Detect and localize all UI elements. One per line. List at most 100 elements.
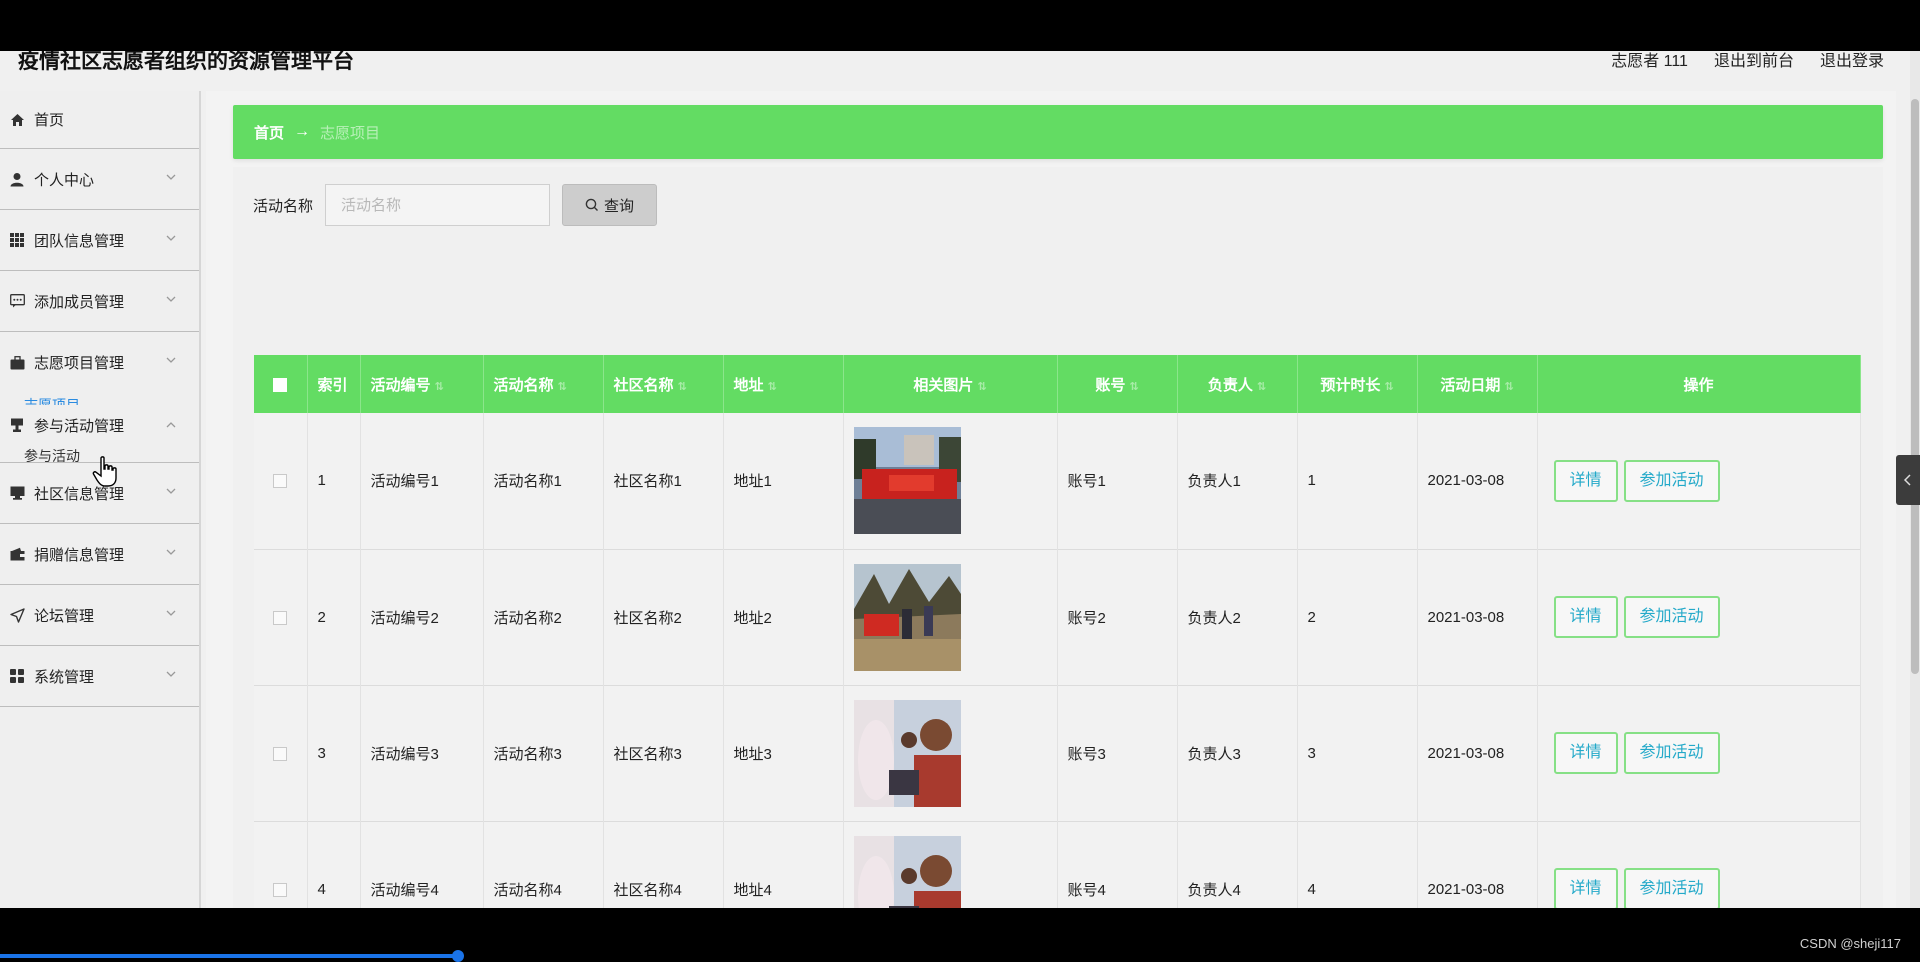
row-checkbox[interactable] xyxy=(273,474,288,489)
message-icon xyxy=(9,293,25,309)
exit-front-link[interactable]: 退出到前台 xyxy=(1714,51,1794,73)
join-activity-button[interactable]: 参加活动 xyxy=(1623,868,1720,908)
video-progress-bar[interactable] xyxy=(0,954,458,958)
search-input[interactable] xyxy=(325,184,551,226)
cell-name: 活动名称3 xyxy=(483,685,604,821)
join-activity-button[interactable]: 参加活动 xyxy=(1623,596,1720,638)
chevron-down-icon xyxy=(166,488,176,494)
col-header-duration[interactable]: 预计时长 ⇅ xyxy=(1297,355,1418,413)
cell-duration: 1 xyxy=(1297,413,1418,549)
activity-photo[interactable] xyxy=(853,835,961,909)
checkbox-cell xyxy=(254,549,308,685)
col-header-actions: 操作 xyxy=(1537,355,1861,413)
sort-icon[interactable]: ⇅ xyxy=(1504,381,1513,393)
detail-button[interactable]: 详情 xyxy=(1553,459,1618,502)
join-activity-button[interactable]: 参加活动 xyxy=(1623,459,1720,502)
sidebar-item-label: 志愿项目管理 xyxy=(34,355,125,372)
col-header-code[interactable]: 活动编号 ⇅ xyxy=(360,355,484,413)
checkbox-cell xyxy=(254,685,308,821)
collapse-panel-button[interactable] xyxy=(1896,455,1920,505)
video-progress-handle[interactable] xyxy=(452,950,464,962)
activity-table: 索引 活动编号 ⇅ 活动名称 ⇅ 社区名称 ⇅ 地址 ⇅ 相关图片 ⇅ 账号 ⇅ 负责人 ⇅ … xyxy=(254,355,1861,909)
sidebar-item-donations[interactable]: 捐赠信息管理 xyxy=(0,524,199,585)
cell-address: 地址4 xyxy=(723,821,844,908)
cell-address: 地址2 xyxy=(723,549,844,685)
join-activity-button[interactable]: 参加活动 xyxy=(1623,732,1720,774)
col-header-label: 活动编号 xyxy=(370,376,431,394)
scrollbar-thumb[interactable] xyxy=(1911,99,1919,674)
sort-icon[interactable]: ⇅ xyxy=(1257,381,1266,393)
detail-button[interactable]: 详情 xyxy=(1553,868,1618,908)
cell-community: 社区名称4 xyxy=(603,821,724,908)
sidebar-item-home[interactable]: 首页 xyxy=(0,91,199,149)
detail-button[interactable]: 详情 xyxy=(1553,732,1618,774)
col-header-image[interactable]: 相关图片 ⇅ xyxy=(843,355,1058,413)
col-header-date[interactable]: 活动日期 ⇅ xyxy=(1417,355,1538,413)
sort-icon[interactable]: ⇅ xyxy=(768,381,777,393)
cell-duration: 3 xyxy=(1297,685,1418,821)
row-checkbox[interactable] xyxy=(273,746,288,761)
chevron-down-icon xyxy=(166,357,176,363)
cell-index: 2 xyxy=(307,549,361,685)
sidebar-item-projects[interactable]: 志愿项目管理 xyxy=(0,332,199,393)
cell-community: 社区名称2 xyxy=(603,549,724,685)
cell-code: 活动编号4 xyxy=(360,821,484,908)
grid-icon xyxy=(9,232,25,248)
chevron-down-icon xyxy=(166,610,176,616)
cell-leader: 负责人3 xyxy=(1177,685,1298,821)
col-header-address[interactable]: 地址 ⇅ xyxy=(723,355,844,413)
col-header-leader[interactable]: 负责人 ⇅ xyxy=(1177,355,1298,413)
row-checkbox[interactable] xyxy=(273,610,288,625)
chevron-down-icon xyxy=(166,296,176,302)
col-header-community[interactable]: 社区名称 ⇅ xyxy=(603,355,724,413)
submenu-projects[interactable]: 志愿项目 xyxy=(0,393,199,405)
chevron-down-icon xyxy=(166,549,176,555)
col-header-label: 预计时长 xyxy=(1320,376,1381,394)
sidebar-item-team[interactable]: 团队信息管理 xyxy=(0,210,199,271)
col-header-name[interactable]: 活动名称 ⇅ xyxy=(483,355,604,413)
col-header-label: 索引 xyxy=(317,376,348,394)
chevron-left-icon xyxy=(1903,474,1911,486)
sidebar-item-label: 个人中心 xyxy=(34,171,95,189)
col-header-label: 负责人 xyxy=(1207,376,1253,394)
logout-link[interactable]: 退出登录 xyxy=(1820,51,1884,73)
table-header-row: 索引 活动编号 ⇅ 活动名称 ⇅ 社区名称 ⇅ 地址 ⇅ 相关图片 ⇅ 账号 ⇅ 负责人 ⇅ … xyxy=(254,355,1861,413)
chevron-up-icon xyxy=(166,422,176,428)
breadcrumb-home[interactable]: 首页 xyxy=(254,122,284,143)
sort-icon[interactable]: ⇅ xyxy=(678,381,687,393)
checkbox-cell xyxy=(254,413,308,549)
sidebar: 首页 个人中心 团队信息管理 添加成员管理 志愿项目管理 志愿项目 参与活动管理… xyxy=(0,91,201,908)
sidebar-item-forum[interactable]: 论坛管理 xyxy=(0,585,199,646)
sort-icon[interactable]: ⇅ xyxy=(435,381,444,393)
top-bar: 疫情社区志愿者组织的资源管理平台 志愿者 111 退出到前台 退出登录 xyxy=(0,51,1920,89)
search-button[interactable]: 查询 xyxy=(562,184,658,226)
table-row: 2 活动编号2 活动名称2 社区名称2 地址2 账号2 负责人2 2 2021-… xyxy=(254,549,1861,685)
col-header-account[interactable]: 账号 ⇅ xyxy=(1057,355,1178,413)
cell-name: 活动名称1 xyxy=(483,413,604,549)
activity-photo[interactable] xyxy=(853,563,961,671)
detail-button[interactable]: 详情 xyxy=(1553,596,1618,638)
sidebar-item-label: 参与活动管理 xyxy=(34,417,125,435)
sidebar-item-label: 添加成员管理 xyxy=(34,293,125,311)
col-header-label: 操作 xyxy=(1683,376,1714,394)
sidebar-item-system[interactable]: 系统管理 xyxy=(0,646,199,707)
sort-icon[interactable]: ⇅ xyxy=(977,381,986,393)
sidebar-item-label: 论坛管理 xyxy=(34,607,95,625)
row-checkbox[interactable] xyxy=(273,882,288,897)
cell-community: 社区名称1 xyxy=(603,413,724,549)
breadcrumb: 首页 → 志愿项目 xyxy=(233,105,1883,159)
activity-photo[interactable] xyxy=(853,427,961,535)
sort-icon[interactable]: ⇅ xyxy=(1384,381,1393,393)
search-button-label: 查询 xyxy=(604,197,635,215)
sidebar-item-profile[interactable]: 个人中心 xyxy=(0,149,199,210)
col-header-label: 地址 xyxy=(733,376,764,394)
sort-icon[interactable]: ⇅ xyxy=(1129,381,1138,393)
app-window: 疫情社区志愿者组织的资源管理平台 志愿者 111 退出到前台 退出登录 首页 个… xyxy=(0,51,1920,908)
sidebar-item-activities[interactable]: 参与活动管理 xyxy=(0,405,199,445)
sidebar-item-members[interactable]: 添加成员管理 xyxy=(0,271,199,332)
select-all-checkbox[interactable] xyxy=(273,377,288,392)
activity-photo[interactable] xyxy=(853,699,961,807)
col-header-label: 活动日期 xyxy=(1440,376,1501,394)
sort-icon[interactable]: ⇅ xyxy=(558,381,567,393)
cell-address: 地址1 xyxy=(723,413,844,549)
